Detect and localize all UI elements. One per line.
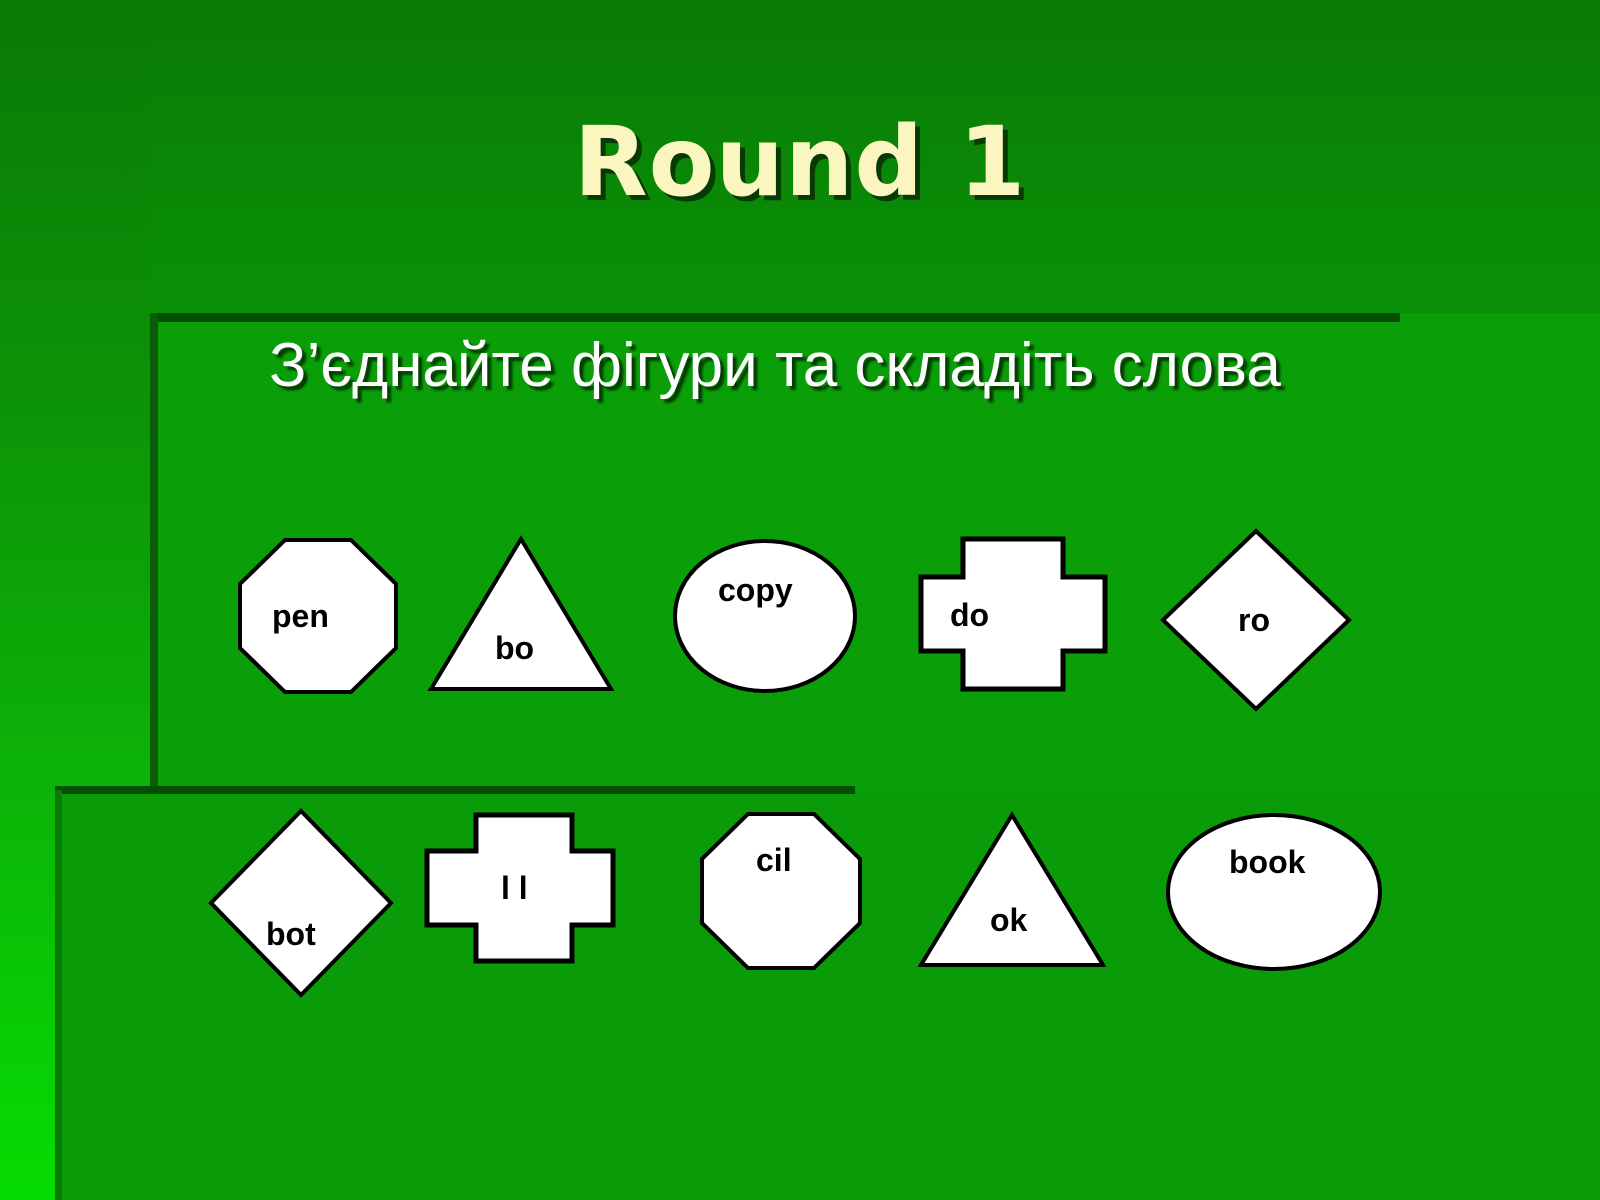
shape-label: pen [272,598,329,634]
shape-diamond-ro[interactable]: ro [1160,528,1352,712]
shape-cross-do[interactable]: do [918,536,1108,692]
shape-label: ok [990,902,1028,938]
shape-label: do [950,597,990,633]
shape-triangle-bo[interactable]: bo [427,535,615,692]
shape-octagon-cil[interactable]: cil [700,812,862,970]
shape-cross-ll[interactable]: l l [424,812,616,964]
shape-diamond-bot[interactable]: bot [208,808,394,998]
shape-label: ro [1238,602,1270,638]
shape-triangle-ok[interactable]: ok [917,811,1107,968]
shape-ellipse-copy[interactable]: copy [672,538,858,694]
shape-label: cil [756,842,792,878]
panel-middle-divider [55,786,855,794]
panel-top-divider [150,313,1400,322]
slide-canvas: Round 1 З’єднайте фігури та складіть сло… [0,0,1600,1200]
shape-label: copy [718,572,793,608]
shape-ellipse-book[interactable]: book [1165,812,1383,972]
shape-label: bo [495,630,535,666]
instruction-text: З’єднайте фігури та складіть слова [269,331,1281,400]
shape-label: l l [501,870,528,906]
shape-label: bot [266,916,316,952]
lower-panel-left-divider [55,790,62,1200]
shape-label: book [1229,844,1306,880]
shape-octagon-pen[interactable]: pen [238,538,398,694]
page-title: Round 1 [573,106,1027,218]
